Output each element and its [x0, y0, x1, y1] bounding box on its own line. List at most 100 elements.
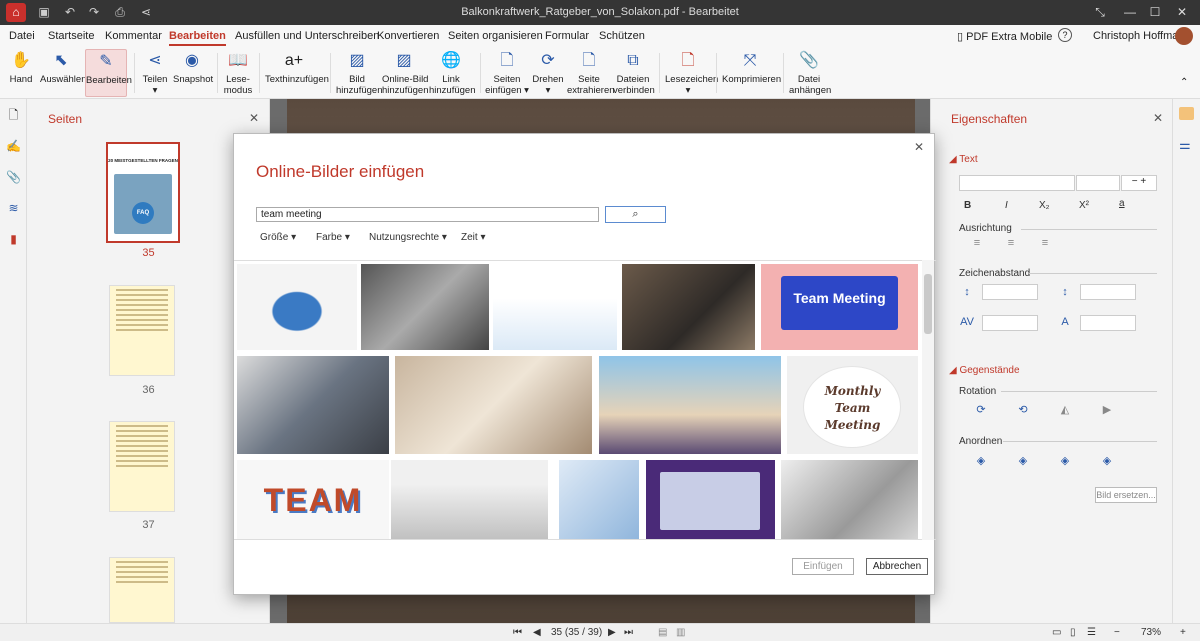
image-result-14[interactable] — [781, 460, 918, 539]
close-button[interactable]: ✕ — [1172, 4, 1192, 20]
hand-tool-button[interactable]: ✋ Hand — [5, 49, 37, 97]
pdf-extra-mobile-link[interactable]: ▯ PDF Extra Mobile — [957, 30, 1052, 43]
zoom-in-icon[interactable]: + — [1180, 627, 1186, 638]
replace-image-button[interactable]: Bild ersetzen... — [1095, 487, 1157, 503]
menu-startseite[interactable]: Startseite — [48, 30, 94, 42]
bookmark-icon[interactable]: ▮ — [6, 232, 21, 247]
restore-icon[interactable]: ⤡ — [1090, 4, 1110, 20]
insert-pages-button[interactable]: 🗋 Seiten einfügen ▾ — [485, 49, 529, 97]
image-result-12[interactable] — [559, 460, 639, 539]
extract-page-button[interactable]: 🗋 Seite extrahieren — [567, 49, 615, 97]
text-scale-select[interactable] — [1080, 315, 1136, 331]
compress-button[interactable]: ⤧ Komprimieren — [722, 49, 781, 97]
text-color-button[interactable]: a — [1119, 198, 1125, 209]
align-center-icon[interactable]: ≡ — [1003, 237, 1019, 249]
flip-horizontal-icon[interactable]: ◭ — [1057, 403, 1073, 416]
image-result-10[interactable]: TEAM — [237, 460, 389, 539]
insert-button[interactable]: Einfügen — [792, 558, 854, 575]
rotate-left-icon[interactable]: ⟲ — [1015, 403, 1031, 416]
search-button[interactable]: ⌕ — [605, 206, 666, 223]
add-online-image-button[interactable]: ▨ Online-Bild hinzufügen — [382, 49, 428, 97]
send-back-icon[interactable]: ◈ — [1099, 454, 1115, 467]
add-text-button[interactable]: a+ Texthinzufügen — [265, 49, 329, 97]
page-thumb-36[interactable] — [109, 285, 175, 376]
menu-seiten-organisieren[interactable]: Seiten organisieren — [448, 30, 543, 42]
snapshot-button[interactable]: ◉ Snapshot — [173, 49, 213, 97]
font-family-select[interactable] — [959, 175, 1075, 191]
image-search-input[interactable]: team meeting — [256, 207, 599, 222]
image-result-11[interactable] — [391, 460, 548, 539]
bold-button[interactable]: B — [964, 200, 971, 211]
pages-icon[interactable]: 🗋 — [6, 108, 21, 123]
prev-page-icon[interactable]: ◀ — [533, 627, 541, 638]
image-result-2[interactable] — [361, 264, 489, 350]
single-page-icon[interactable]: ▯ — [1070, 627, 1076, 638]
menu-formular[interactable]: Formular — [545, 30, 589, 42]
image-result-9[interactable]: Monthly Team Meeting — [787, 356, 918, 454]
attach-file-button[interactable]: 📎 Datei anhängen — [789, 49, 831, 97]
italic-button[interactable]: I — [1005, 200, 1008, 211]
share-button[interactable]: ⋖ Teilen ▾ — [140, 49, 170, 97]
page-view-icon[interactable]: ▤ — [658, 627, 667, 638]
align-right-icon[interactable]: ≡ — [1037, 237, 1053, 249]
line-spacing-select[interactable] — [982, 284, 1038, 300]
reading-view-icon[interactable]: ▭ — [1052, 627, 1061, 638]
page-thumb-38[interactable] — [109, 557, 175, 623]
results-scrollbar[interactable] — [922, 260, 934, 540]
page-indicator[interactable]: 35 (35 / 39) — [551, 627, 602, 638]
image-result-13[interactable] — [646, 460, 775, 539]
menu-bearbeiten[interactable]: Bearbeiten — [169, 30, 226, 46]
image-result-1[interactable] — [237, 264, 357, 350]
minimize-button[interactable]: — — [1120, 4, 1140, 20]
close-properties-icon[interactable]: ✕ — [1153, 111, 1163, 125]
superscript-button[interactable]: X² — [1079, 200, 1089, 211]
next-page-icon[interactable]: ▶ — [608, 627, 616, 638]
avatar[interactable] — [1175, 27, 1193, 45]
rotate-right-icon[interactable]: ⟳ — [973, 403, 989, 416]
char-spacing-select[interactable] — [982, 315, 1038, 331]
select-tool-button[interactable]: ⬉ Auswählen — [40, 49, 86, 97]
layers-icon[interactable]: ≋ — [6, 201, 21, 216]
menu-schuetzen[interactable]: Schützen — [599, 30, 645, 42]
help-icon[interactable]: ? — [1058, 28, 1072, 42]
sign-icon[interactable]: ✍ — [6, 139, 21, 154]
font-size-stepper[interactable]: − + — [1121, 175, 1157, 191]
properties-icon[interactable]: ⚌ — [1179, 137, 1191, 153]
dialog-close-icon[interactable]: ✕ — [914, 140, 924, 154]
image-result-6[interactable] — [237, 356, 389, 454]
align-left-icon[interactable]: ≡ — [969, 237, 985, 249]
bring-front-icon[interactable]: ◈ — [973, 454, 989, 467]
reading-mode-button[interactable]: 📖 Lese- modus — [222, 49, 254, 97]
continuous-icon[interactable]: ☰ — [1087, 627, 1096, 638]
flip-vertical-icon[interactable]: ▶ — [1099, 403, 1115, 416]
scroll-thumb[interactable] — [924, 274, 932, 334]
zoom-out-icon[interactable]: − — [1114, 627, 1120, 638]
maximize-button[interactable]: ☐ — [1145, 4, 1165, 20]
comments-icon[interactable] — [1179, 107, 1194, 120]
bookmarks-button[interactable]: 🗋 Lesezeichen ▾ — [665, 49, 718, 97]
filter-size[interactable]: Größe ▾ — [260, 232, 296, 243]
menu-konvertieren[interactable]: Konvertieren — [377, 30, 439, 42]
paragraph-spacing-select[interactable] — [1080, 284, 1136, 300]
menu-kommentar[interactable]: Kommentar — [105, 30, 162, 42]
menu-ausfuellen[interactable]: Ausfüllen und Unterschreiben — [235, 30, 379, 42]
cancel-button[interactable]: Abbrechen — [866, 558, 928, 575]
last-page-icon[interactable]: ⏭ — [624, 627, 633, 638]
bring-forward-icon[interactable]: ◈ — [1015, 454, 1031, 467]
two-page-icon[interactable]: ▥ — [676, 627, 685, 638]
image-result-5[interactable]: Team Meeting — [761, 264, 918, 350]
send-backward-icon[interactable]: ◈ — [1057, 454, 1073, 467]
add-link-button[interactable]: 🌐 Link hinzufügen — [429, 49, 475, 97]
filter-time[interactable]: Zeit ▾ — [461, 232, 485, 243]
filter-color[interactable]: Farbe ▾ — [316, 232, 350, 243]
first-page-icon[interactable]: ⏮ — [513, 627, 522, 638]
close-panel-icon[interactable]: ✕ — [249, 111, 259, 125]
image-result-3[interactable] — [493, 264, 617, 350]
subscript-button[interactable]: X₂ — [1039, 200, 1050, 211]
collapse-ribbon-icon[interactable]: ⌃ — [1180, 77, 1188, 88]
attachment-icon[interactable]: 📎 — [6, 170, 21, 185]
font-size-select[interactable] — [1076, 175, 1120, 191]
image-result-8[interactable] — [599, 356, 781, 454]
page-thumb-37[interactable] — [109, 421, 175, 512]
page-thumb-35[interactable]: 20 MEISTGESTELLTEN FRAGEN FAQ — [106, 142, 180, 243]
